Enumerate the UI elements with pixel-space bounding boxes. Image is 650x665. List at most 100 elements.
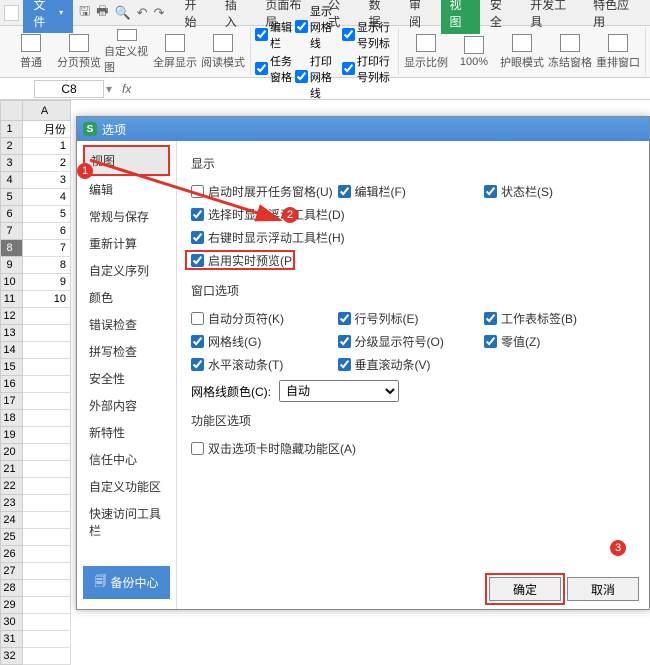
print-icon[interactable]: 🖶 — [96, 2, 108, 24]
row-header[interactable]: 22 — [1, 478, 23, 495]
cell[interactable]: 1 — [23, 138, 71, 155]
option-row[interactable]: 分级显示符号(O) — [338, 330, 485, 353]
checkbox[interactable] — [191, 208, 204, 221]
row-header[interactable]: 25 — [1, 529, 23, 546]
redo-icon[interactable]: ↷ — [154, 5, 165, 21]
cell[interactable] — [23, 427, 71, 444]
dialog-nav-item[interactable]: 安全性 — [83, 365, 170, 392]
dialog-nav-item[interactable]: 颜色 — [83, 284, 170, 311]
cell[interactable] — [23, 410, 71, 427]
cell[interactable] — [23, 359, 71, 376]
ribbon-checkbox[interactable]: 打印网格线 — [295, 53, 340, 101]
column-header[interactable]: A — [23, 101, 71, 121]
cell[interactable]: 5 — [23, 206, 71, 223]
fx-icon[interactable]: fx — [122, 82, 131, 96]
ribbon-checkbox[interactable]: 任务窗格 — [255, 53, 293, 85]
row-header[interactable]: 11 — [1, 291, 23, 308]
option-row[interactable]: 状态栏(S) — [484, 180, 631, 203]
gridcolor-select[interactable]: 自动 — [279, 380, 399, 402]
checkbox[interactable] — [191, 312, 204, 325]
row-header[interactable]: 13 — [1, 325, 23, 342]
row-header[interactable]: 12 — [1, 308, 23, 325]
ribbon-button[interactable]: 冻结窗格 — [547, 29, 593, 75]
row-header[interactable]: 18 — [1, 410, 23, 427]
row-header[interactable]: 6 — [1, 206, 23, 223]
option-row[interactable]: 工作表标签(B) — [484, 307, 631, 330]
cell[interactable]: 6 — [23, 223, 71, 240]
dropdown-icon[interactable]: ▾ — [106, 82, 112, 96]
ribbon-button[interactable]: 分页预览 — [56, 29, 102, 75]
cell[interactable] — [23, 461, 71, 478]
row-header[interactable]: 15 — [1, 359, 23, 376]
option-row[interactable]: 网格线(G) — [191, 330, 338, 353]
option-row[interactable]: 右键时显示浮动工具栏(H) — [191, 226, 484, 249]
dialog-nav-item[interactable]: 信任中心 — [83, 446, 170, 473]
checkbox[interactable] — [338, 358, 351, 371]
checkbox[interactable] — [338, 335, 351, 348]
ribbon-button[interactable]: 重排窗口 — [595, 29, 641, 75]
ribbon-button[interactable]: 全屏显示 — [152, 29, 198, 75]
opt-dblclick-hide-ribbon[interactable]: 双击选项卡时隐藏功能区(A) — [191, 437, 635, 460]
cancel-button[interactable]: 取消 — [567, 577, 639, 601]
preview-icon[interactable]: 🔍 — [114, 5, 130, 21]
ribbon-checkbox[interactable]: 显示行号列标 — [342, 19, 394, 51]
checkbox[interactable] — [484, 335, 497, 348]
ribbon-button[interactable]: 自定义视图 — [104, 29, 150, 75]
ribbon-button[interactable]: 阅读模式 — [200, 29, 246, 75]
cell[interactable]: 4 — [23, 189, 71, 206]
row-header[interactable]: 23 — [1, 495, 23, 512]
option-row[interactable]: 启用实时预览(P) — [191, 249, 635, 272]
row-header[interactable]: 1 — [1, 121, 23, 138]
row-header[interactable]: 28 — [1, 580, 23, 597]
cell[interactable] — [23, 614, 71, 631]
dialog-nav-item[interactable]: 常规与保存 — [83, 203, 170, 230]
row-header[interactable]: 32 — [1, 648, 23, 665]
row-header[interactable]: 5 — [1, 189, 23, 206]
row-header[interactable]: 8 — [1, 240, 23, 257]
cell-reference-input[interactable]: C8 — [34, 80, 104, 98]
checkbox[interactable] — [338, 185, 351, 198]
row-header[interactable]: 26 — [1, 546, 23, 563]
cell[interactable] — [23, 393, 71, 410]
ribbon-button[interactable]: 100% — [451, 29, 497, 75]
checkbox[interactable] — [484, 185, 497, 198]
cell[interactable] — [23, 563, 71, 580]
cell[interactable]: 10 — [23, 291, 71, 308]
dialog-nav-item[interactable]: 新特性 — [83, 419, 170, 446]
row-header[interactable]: 30 — [1, 614, 23, 631]
cell[interactable] — [23, 631, 71, 648]
cell[interactable] — [23, 444, 71, 461]
cell[interactable] — [23, 308, 71, 325]
checkbox[interactable] — [338, 312, 351, 325]
row-header[interactable]: 3 — [1, 155, 23, 172]
ribbon-checkbox[interactable]: 打印行号列标 — [342, 53, 394, 85]
cell[interactable] — [23, 529, 71, 546]
ribbon-checkbox[interactable]: 显示网格线 — [295, 3, 340, 51]
cell[interactable]: 9 — [23, 274, 71, 291]
row-header[interactable]: 20 — [1, 444, 23, 461]
ribbon-button[interactable]: 护眼模式 — [499, 29, 545, 75]
cell[interactable] — [23, 648, 71, 665]
backup-center-button[interactable]: 🗐 备份中心 — [83, 566, 170, 599]
checkbox[interactable] — [484, 312, 497, 325]
dialog-nav-item[interactable]: 外部内容 — [83, 392, 170, 419]
cell[interactable]: 月份 — [23, 121, 71, 138]
save-icon[interactable]: 🖫 — [79, 2, 90, 24]
checkbox[interactable] — [191, 442, 204, 455]
option-row[interactable]: 垂直滚动条(V) — [338, 353, 485, 376]
row-header[interactable]: 29 — [1, 597, 23, 614]
ribbon-button[interactable]: 显示比例 — [403, 29, 449, 75]
row-header[interactable]: 21 — [1, 461, 23, 478]
checkbox[interactable] — [191, 254, 204, 267]
checkbox[interactable] — [191, 335, 204, 348]
cell[interactable] — [23, 325, 71, 342]
row-header[interactable]: 19 — [1, 427, 23, 444]
row-header[interactable]: 27 — [1, 563, 23, 580]
select-all-corner[interactable] — [1, 101, 23, 121]
cell[interactable] — [23, 342, 71, 359]
checkbox[interactable] — [191, 358, 204, 371]
cell[interactable] — [23, 376, 71, 393]
cell[interactable] — [23, 546, 71, 563]
ribbon-button[interactable]: 普通 — [8, 29, 54, 75]
row-header[interactable]: 31 — [1, 631, 23, 648]
